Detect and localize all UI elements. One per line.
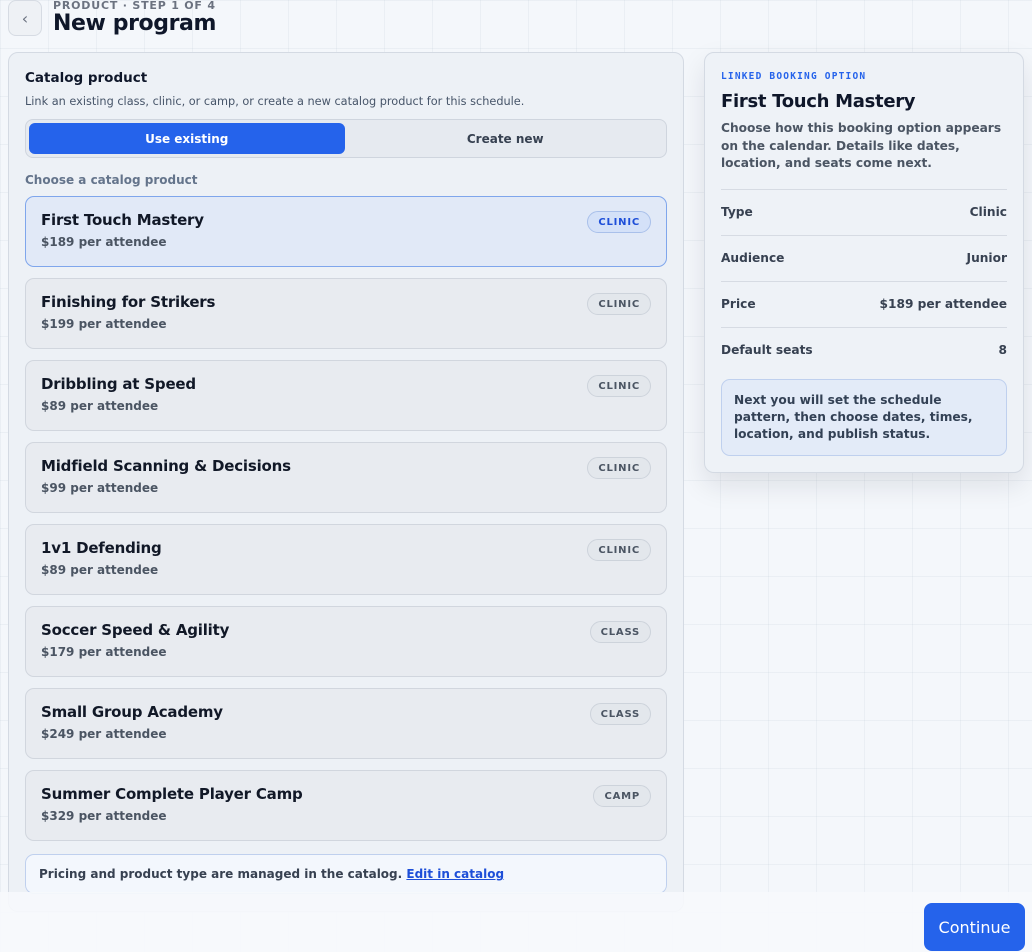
page-title: New program — [53, 11, 216, 36]
product-mode-toggle: Use existing Create new — [25, 119, 667, 158]
footer-bar: Continue — [0, 892, 1032, 952]
product-name: First Touch Mastery — [41, 211, 204, 229]
product-card[interactable]: Summer Complete Player Camp $329 per att… — [25, 770, 667, 841]
detail-label: Type — [721, 205, 753, 219]
product-card[interactable]: Dribbling at Speed $89 per attendee CLIN… — [25, 360, 667, 431]
choose-product-label: Choose a catalog product — [25, 173, 198, 187]
product-price: $199 per attendee — [41, 317, 167, 331]
product-price: $249 per attendee — [41, 727, 167, 741]
continue-button[interactable]: Continue — [924, 903, 1025, 951]
product-card[interactable]: First Touch Mastery $189 per attendee CL… — [25, 196, 667, 267]
product-type-badge: CLINIC — [587, 375, 651, 397]
back-button[interactable]: ‹ — [8, 0, 42, 36]
detail-row-price: Price $189 per attendee — [721, 280, 1007, 327]
product-card[interactable]: Small Group Academy $249 per attendee CL… — [25, 688, 667, 759]
product-type-badge: CLASS — [589, 703, 651, 725]
product-type-badge: CAMP — [593, 785, 651, 807]
linked-booking-summary: LINKED BOOKING OPTION First Touch Master… — [704, 52, 1024, 473]
next-steps-info: Next you will set the schedule pattern, … — [721, 378, 1007, 456]
summary-title: First Touch Mastery — [721, 91, 916, 112]
detail-row-default-seats: Default seats 8 — [721, 326, 1007, 373]
tab-create-new[interactable]: Create new — [348, 123, 664, 154]
detail-label: Default seats — [721, 343, 813, 357]
detail-label: Price — [721, 297, 756, 311]
product-type-badge: CLASS — [589, 621, 651, 643]
summary-details: Type Clinic Audience Junior Price $189 p… — [721, 188, 1007, 373]
product-price: $179 per attendee — [41, 645, 167, 659]
detail-value: Clinic — [969, 205, 1007, 219]
detail-label: Audience — [721, 251, 785, 265]
catalog-note: Pricing and product type are managed in … — [25, 854, 667, 894]
detail-row-type: Type Clinic — [721, 188, 1007, 235]
product-name: Midfield Scanning & Decisions — [41, 457, 291, 475]
product-card[interactable]: Midfield Scanning & Decisions $99 per at… — [25, 442, 667, 513]
product-type-badge: CLINIC — [587, 457, 651, 479]
product-card[interactable]: Finishing for Strikers $199 per attendee… — [25, 278, 667, 349]
product-type-badge: CLINIC — [587, 211, 651, 233]
product-price: $99 per attendee — [41, 481, 159, 495]
product-name: Finishing for Strikers — [41, 293, 216, 311]
catalog-product-panel: Catalog product Link an existing class, … — [8, 52, 684, 912]
summary-description: Choose how this booking option appears o… — [721, 121, 1002, 170]
product-type-badge: CLINIC — [587, 293, 651, 315]
product-card[interactable]: Soccer Speed & Agility $179 per attendee… — [25, 606, 667, 677]
tab-use-existing[interactable]: Use existing — [29, 123, 345, 154]
product-name: Dribbling at Speed — [41, 375, 196, 393]
detail-row-audience: Audience Junior — [721, 234, 1007, 281]
catalog-note-text: Pricing and product type are managed in … — [39, 867, 403, 881]
detail-value: $189 per attendee — [879, 297, 1007, 311]
product-card[interactable]: 1v1 Defending $89 per attendee CLINIC — [25, 524, 667, 595]
edit-in-catalog-link[interactable]: Edit in catalog — [406, 867, 504, 881]
product-name: Small Group Academy — [41, 703, 223, 721]
summary-eyebrow: LINKED BOOKING OPTION — [721, 71, 867, 82]
product-name: 1v1 Defending — [41, 539, 162, 557]
product-price: $329 per attendee — [41, 809, 167, 823]
section-subtitle: Link an existing class, clinic, or camp,… — [25, 95, 525, 108]
product-price: $189 per attendee — [41, 235, 167, 249]
product-type-badge: CLINIC — [587, 539, 651, 561]
detail-value: Junior — [966, 251, 1007, 265]
detail-value: 8 — [998, 343, 1007, 357]
section-title: Catalog product — [25, 70, 148, 86]
chevron-left-icon: ‹ — [21, 8, 29, 28]
product-list: First Touch Mastery $189 per attendee CL… — [25, 196, 667, 841]
product-price: $89 per attendee — [41, 563, 159, 577]
product-name: Soccer Speed & Agility — [41, 621, 230, 639]
product-name: Summer Complete Player Camp — [41, 785, 303, 803]
product-price: $89 per attendee — [41, 399, 159, 413]
